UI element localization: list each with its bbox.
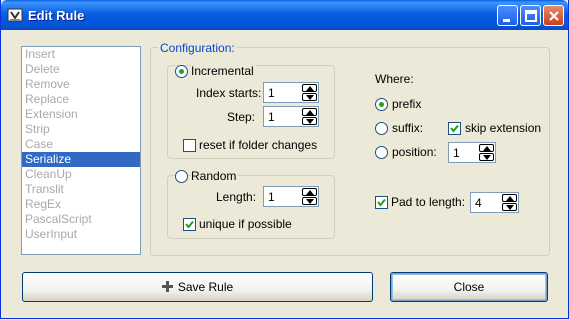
spin-up-button[interactable] bbox=[302, 188, 317, 196]
arrow-up-icon bbox=[306, 110, 314, 115]
spin-up-button[interactable] bbox=[502, 194, 517, 202]
arrow-down-icon bbox=[306, 199, 314, 204]
plus-icon bbox=[161, 281, 173, 292]
skip-extension-checkbox[interactable] bbox=[448, 122, 461, 135]
spin-down-button[interactable] bbox=[302, 117, 317, 125]
step-label: Step: bbox=[227, 110, 256, 124]
skip-extension-label: skip extension bbox=[465, 121, 542, 135]
length-value: 1 bbox=[268, 190, 275, 204]
maximize-button[interactable] bbox=[520, 5, 541, 26]
save-rule-label: Save Rule bbox=[177, 280, 234, 294]
arrow-up-icon bbox=[306, 190, 314, 195]
prefix-radio[interactable] bbox=[375, 98, 388, 111]
arrow-up-icon bbox=[306, 86, 314, 91]
prefix-label: prefix bbox=[392, 97, 422, 111]
unique-label: unique if possible bbox=[199, 217, 292, 231]
spin-up-button[interactable] bbox=[302, 84, 317, 92]
where-label: Where: bbox=[375, 72, 414, 86]
spin-down-button[interactable] bbox=[479, 153, 494, 161]
close-window-button[interactable] bbox=[543, 5, 564, 26]
arrow-down-icon bbox=[306, 95, 314, 100]
list-item[interactable]: PascalScript bbox=[22, 212, 140, 227]
close-icon bbox=[549, 11, 559, 21]
list-item[interactable]: Insert bbox=[22, 47, 140, 62]
list-item[interactable]: Case bbox=[22, 137, 140, 152]
save-rule-button[interactable]: Save Rule bbox=[22, 272, 373, 302]
checkmark-icon bbox=[377, 198, 386, 207]
position-value: 1 bbox=[453, 146, 460, 160]
list-item-selected[interactable]: Serialize bbox=[22, 152, 140, 167]
arrow-up-icon bbox=[506, 196, 514, 201]
maximize-icon bbox=[525, 10, 537, 22]
list-item[interactable]: Strip bbox=[22, 122, 140, 137]
list-item[interactable]: Extension bbox=[22, 107, 140, 122]
arrow-down-icon bbox=[483, 155, 491, 160]
list-item[interactable]: Replace bbox=[22, 92, 140, 107]
pad-length-checkbox[interactable] bbox=[375, 196, 388, 209]
length-label: Length: bbox=[216, 190, 257, 204]
arrow-down-icon bbox=[306, 119, 314, 124]
index-starts-stepper[interactable]: 1 bbox=[263, 82, 319, 103]
list-item[interactable]: RegEx bbox=[22, 197, 140, 212]
incremental-radio[interactable] bbox=[175, 65, 188, 78]
incremental-label: Incremental bbox=[191, 64, 256, 78]
position-stepper[interactable]: 1 bbox=[448, 142, 496, 163]
list-item[interactable]: CleanUp bbox=[22, 167, 140, 182]
suffix-label: suffix: bbox=[392, 121, 424, 135]
index-starts-label: Index starts: bbox=[196, 86, 262, 100]
step-value: 1 bbox=[268, 110, 275, 124]
position-radio[interactable] bbox=[375, 146, 388, 159]
edit-rule-window: Edit Rule Insert Delete Remove Replace E… bbox=[0, 0, 569, 319]
minimize-button[interactable] bbox=[497, 5, 518, 26]
pad-length-value: 4 bbox=[475, 196, 482, 210]
minimize-icon bbox=[503, 19, 510, 22]
random-radio[interactable] bbox=[175, 170, 188, 183]
step-stepper[interactable]: 1 bbox=[263, 106, 319, 127]
list-item[interactable]: Delete bbox=[22, 62, 140, 77]
spin-up-button[interactable] bbox=[302, 108, 317, 116]
spin-down-button[interactable] bbox=[302, 197, 317, 205]
checkmark-icon bbox=[185, 220, 194, 229]
app-icon bbox=[7, 8, 23, 22]
random-label: Random bbox=[191, 169, 239, 183]
index-starts-value: 1 bbox=[268, 86, 275, 100]
spin-up-button[interactable] bbox=[479, 144, 494, 152]
arrow-up-icon bbox=[483, 146, 491, 151]
arrow-down-icon bbox=[506, 205, 514, 210]
list-item[interactable]: UserInput bbox=[22, 227, 140, 242]
checkmark-icon bbox=[450, 124, 459, 133]
close-button[interactable]: Close bbox=[390, 272, 548, 302]
close-label: Close bbox=[453, 280, 485, 294]
spin-down-button[interactable] bbox=[302, 93, 317, 101]
length-stepper[interactable]: 1 bbox=[263, 186, 319, 207]
reset-folder-label: reset if folder changes bbox=[199, 138, 318, 152]
title-bar[interactable]: Edit Rule bbox=[1, 0, 568, 30]
window-title: Edit Rule bbox=[28, 8, 85, 23]
reset-folder-checkbox[interactable] bbox=[183, 139, 196, 152]
position-label: position: bbox=[392, 145, 437, 159]
spin-down-button[interactable] bbox=[502, 203, 517, 211]
pad-length-label: Pad to length: bbox=[391, 195, 466, 209]
suffix-radio[interactable] bbox=[375, 122, 388, 135]
configuration-label: Configuration: bbox=[158, 41, 237, 55]
unique-checkbox[interactable] bbox=[183, 218, 196, 231]
pad-length-stepper[interactable]: 4 bbox=[470, 192, 519, 213]
list-item[interactable]: Translit bbox=[22, 182, 140, 197]
rules-list[interactable]: Insert Delete Remove Replace Extension S… bbox=[21, 46, 141, 255]
list-item[interactable]: Remove bbox=[22, 77, 140, 92]
